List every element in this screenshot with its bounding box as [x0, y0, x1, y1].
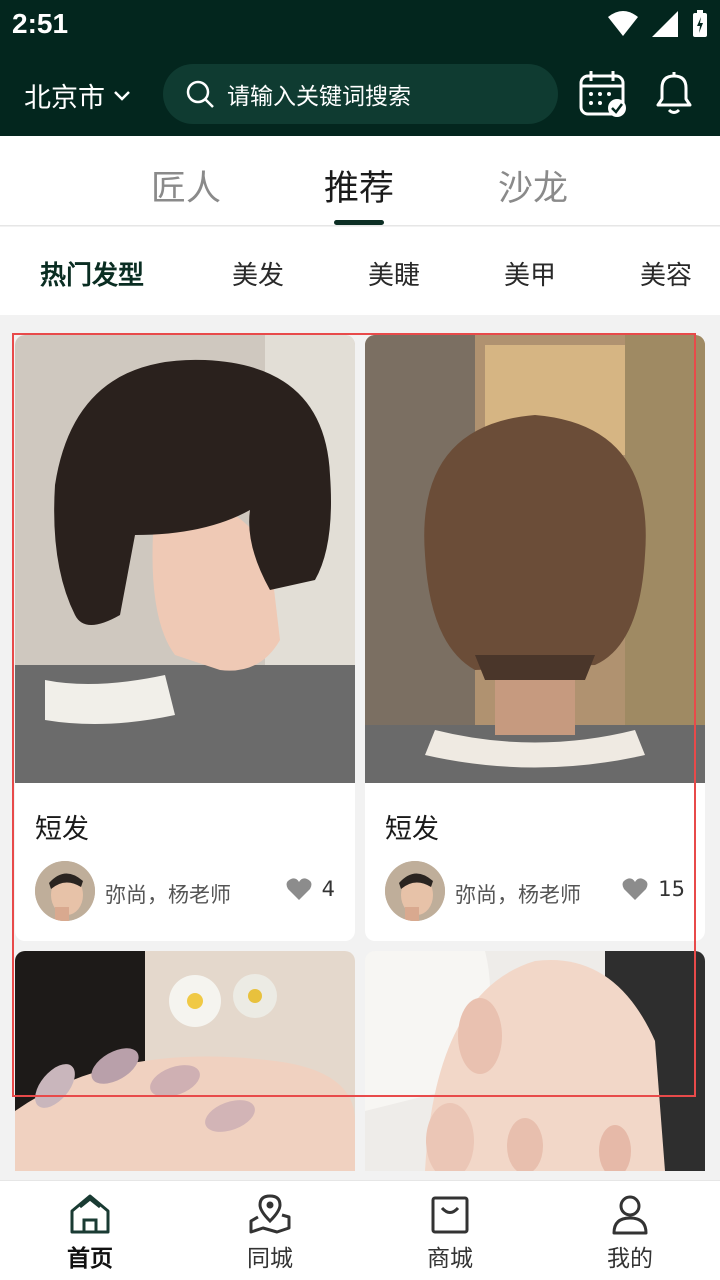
status-bar: 2:51 — [0, 0, 720, 50]
wifi-icon — [608, 11, 638, 36]
post-image — [15, 335, 355, 783]
like-count: 15 — [658, 877, 685, 901]
like-count: 4 — [321, 877, 335, 901]
app-header: 北京市 请输入关键词搜索 — [0, 50, 720, 136]
chevron-down-icon — [114, 90, 130, 101]
category-popular-hairstyles[interactable]: 热门发型 — [40, 255, 144, 292]
tab-salon[interactable]: 沙龙 — [498, 160, 568, 211]
like-counter[interactable]: 15 — [622, 877, 685, 901]
post-card[interactable] — [15, 951, 355, 1171]
tab-artisan[interactable]: 匠人 — [151, 160, 221, 211]
avatar[interactable] — [35, 861, 95, 921]
status-icons — [608, 10, 708, 38]
search-input[interactable]: 请输入关键词搜索 — [163, 64, 558, 124]
category-nails[interactable]: 美甲 — [504, 255, 556, 292]
bottom-nav: 首页 同城 商城 我的 — [0, 1180, 720, 1280]
post-info: 短发 弥尚，杨老师 15 — [365, 783, 705, 941]
avatar[interactable] — [385, 861, 445, 921]
post-image — [15, 951, 355, 1171]
category-tabs: 热门发型 美发 美睫 美甲 美容 — [0, 227, 720, 315]
signal-icon — [652, 11, 678, 37]
nav-mall[interactable]: 商城 — [390, 1193, 510, 1273]
nav-profile[interactable]: 我的 — [570, 1193, 690, 1273]
post-image — [365, 335, 705, 783]
bell-icon[interactable] — [652, 70, 696, 116]
post-card[interactable]: 短发 弥尚，杨老师 4 — [15, 335, 355, 941]
tab-recommended[interactable]: 推荐 — [324, 160, 394, 211]
home-icon — [70, 1194, 110, 1234]
category-lashes[interactable]: 美睫 — [368, 255, 420, 292]
nav-label: 首页 — [67, 1246, 113, 1272]
heart-icon — [286, 878, 312, 900]
author-name: 弥尚，杨老师 — [105, 883, 231, 907]
post-info: 短发 弥尚，杨老师 4 — [15, 783, 355, 941]
like-counter[interactable]: 4 — [286, 877, 335, 901]
category-beauty[interactable]: 美容 — [640, 255, 692, 292]
search-placeholder: 请输入关键词搜索 — [227, 84, 411, 110]
category-hair[interactable]: 美发 — [232, 255, 284, 292]
post-title: 短发 — [385, 814, 439, 845]
active-tab-indicator — [334, 220, 384, 225]
city-selector[interactable]: 北京市 — [24, 76, 131, 115]
city-label: 北京市 — [24, 83, 105, 114]
author-name: 弥尚，杨老师 — [455, 883, 581, 907]
post-image — [365, 951, 705, 1171]
post-title: 短发 — [35, 814, 89, 845]
post-card[interactable] — [365, 951, 705, 1171]
search-icon — [186, 80, 214, 108]
status-time: 2:51 — [12, 8, 69, 39]
nav-home[interactable]: 首页 — [30, 1193, 150, 1273]
nav-label: 同城 — [247, 1246, 293, 1272]
heart-icon — [622, 878, 648, 900]
nav-local[interactable]: 同城 — [210, 1193, 330, 1273]
top-tabs: 匠人 推荐 沙龙 — [0, 136, 720, 226]
nav-label: 商城 — [427, 1246, 473, 1272]
location-map-icon — [249, 1194, 291, 1234]
calendar-check-icon[interactable] — [578, 68, 628, 118]
user-icon — [612, 1195, 648, 1235]
post-card[interactable]: 短发 弥尚，杨老师 15 — [365, 335, 705, 941]
nav-label: 我的 — [607, 1246, 653, 1272]
battery-icon — [693, 10, 707, 37]
shopping-bag-icon — [431, 1196, 469, 1234]
